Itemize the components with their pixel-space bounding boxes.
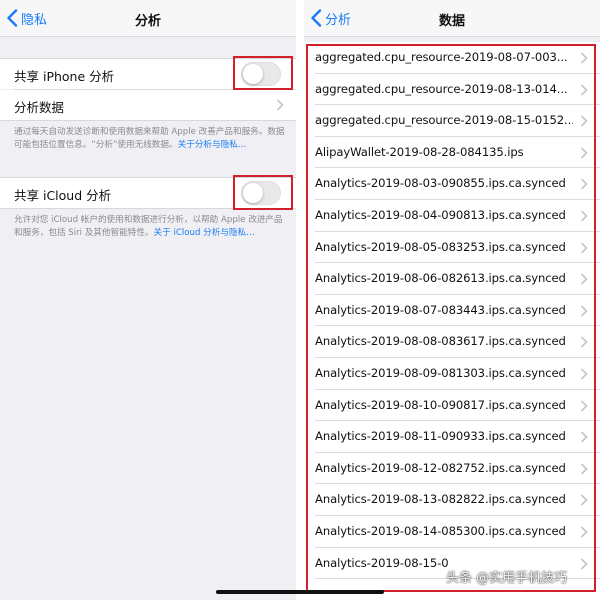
list-item[interactable]: Analytics-2019-08-08-083617.ips.ca.synce… (304, 326, 600, 358)
watermark: 头条 @实用手机技巧 (446, 571, 568, 586)
chevron-right-icon (580, 273, 588, 285)
file-name: Analytics-2019-08-06-082613.ips.ca.synce… (315, 271, 566, 286)
list-item[interactable]: Analytics-2019-08-14-085300.ips.ca.synce… (304, 516, 600, 548)
list-item[interactable]: Analytics-2019-08-05-083253.ips.ca.synce… (304, 232, 600, 264)
list-item[interactable]: Analytics-2019-08-06-082613.ips.ca.synce… (304, 263, 600, 295)
chevron-right-icon (580, 178, 588, 190)
list-item[interactable]: Analytics-2019-08-10-090817.ips.ca.synce… (304, 390, 600, 422)
group-bottom-border (0, 208, 296, 209)
home-indicator[interactable] (216, 590, 384, 594)
page-title: 数据 (438, 14, 465, 29)
chevron-right-icon (580, 526, 588, 538)
file-name: Analytics-2019-08-08-083617.ips.ca.synce… (315, 334, 566, 349)
toggle-knob (243, 183, 263, 203)
analytics-file-list: aggregated.cpu_resource-2019-08-07-003..… (304, 42, 600, 600)
list-item[interactable]: Analytics-2019-08-12-082752.ips.ca.synce… (304, 453, 600, 485)
list-item[interactable]: aggregated.cpu_resource-2019-08-13-014..… (304, 74, 600, 106)
chevron-right-icon (580, 84, 588, 96)
share-icloud-analytics-toggle[interactable] (241, 181, 281, 205)
page-title: 分析 (134, 14, 161, 29)
file-name: aggregated.cpu_resource-2019-08-15-0152.… (315, 113, 573, 128)
file-name: Analytics-2019-08-04-090813.ips.ca.synce… (315, 207, 566, 222)
file-name: Analytics-2019-08-11-090933.ips.ca.synce… (315, 429, 566, 444)
list-item[interactable]: Analytics-2019-08-04-090813.ips.ca.synce… (304, 200, 600, 232)
chevron-right-icon (580, 241, 588, 254)
chevron-right-icon (580, 557, 588, 570)
analytics-data-row[interactable]: 分析数据 (0, 90, 296, 120)
file-name: Analytics-2019-08-05-083253.ips.ca.synce… (315, 239, 566, 254)
about-icloud-analytics-privacy-link[interactable]: 关于 iCloud 分析与隐私… (154, 228, 255, 238)
file-name: AlipayWallet-2019-08-28-084135.ips (315, 144, 524, 159)
chevron-right-icon (580, 147, 588, 159)
chevron-right-icon (580, 52, 588, 64)
list-item[interactable]: AlipayWallet-2019-08-28-084135.ips (304, 137, 600, 169)
chevron-right-icon (580, 210, 588, 222)
chevron-right-icon (580, 115, 588, 127)
share-iphone-analytics-toggle[interactable] (241, 62, 281, 86)
group-bottom-border (0, 120, 296, 121)
analytics-data-label: 分析数据 (14, 100, 65, 115)
list-item[interactable]: aggregated.cpu_resource-2019-08-07-003..… (304, 42, 600, 74)
file-name: Analytics-2019-08-12-082752.ips.ca.synce… (315, 460, 566, 475)
list-item[interactable]: Analytics-2019-08-03-090855.ips.ca.synce… (304, 168, 600, 200)
file-name: aggregated.cpu_resource-2019-08-07-003..… (315, 50, 568, 64)
chevron-right-icon (580, 463, 588, 475)
iphone-analytics-footnote: 通过每天自动发送诊断和使用数据来帮助 Apple 改善产品和服务。数据可能包括位… (14, 126, 286, 151)
file-name: Analytics-2019-08-13-082822.ips.ca.synce… (315, 492, 566, 507)
list-item[interactable]: Analytics-2019-08-09-081303.ips.ca.synce… (304, 358, 600, 390)
share-iphone-analytics-row: 共享 iPhone 分析 (0, 59, 296, 89)
chevron-right-icon (580, 368, 588, 380)
file-name: Analytics-2019-08-03-090855.ips.ca.synce… (315, 176, 566, 191)
file-name: Analytics-2019-08-07-083443.ips.ca.synce… (315, 302, 566, 317)
panel-divider (296, 0, 304, 600)
file-name: aggregated.cpu_resource-2019-08-13-014..… (315, 81, 568, 96)
icloud-analytics-footnote: 允许对您 iCloud 帐户的使用和数据进行分析，以帮助 Apple 改进产品和… (14, 214, 286, 239)
chevron-right-icon (276, 99, 284, 111)
share-icloud-analytics-row: 共享 iCloud 分析 (0, 178, 296, 208)
share-iphone-analytics-label: 共享 iPhone 分析 (14, 69, 115, 84)
navigation-bar: 隐私 分析 (0, 0, 296, 37)
file-name: Analytics-2019-08-14-085300.ips.ca.synce… (315, 523, 566, 538)
list-item[interactable]: Analytics-2019-08-07-083443.ips.ca.synce… (304, 295, 600, 327)
chevron-right-icon (580, 399, 588, 412)
analytics-data-panel: 分析 数据 aggregated.cpu_resource-2019-08-07… (304, 0, 600, 600)
share-icloud-analytics-label: 共享 iCloud 分析 (14, 188, 112, 203)
list-item[interactable]: aggregated.cpu_resource-2019-08-15-0152.… (304, 105, 600, 137)
file-name: Analytics-2019-08-10-090817.ips.ca.synce… (315, 397, 566, 412)
chevron-right-icon (580, 494, 588, 506)
list-item[interactable]: Analytics-2019-08-11-090933.ips.ca.synce… (304, 421, 600, 453)
chevron-right-icon (580, 305, 588, 317)
about-analytics-privacy-link[interactable]: 关于分析与隐私… (178, 140, 247, 150)
list-item[interactable]: Analytics-2019-08-13-082822.ips.ca.synce… (304, 484, 600, 516)
chevron-right-icon (580, 336, 588, 348)
navigation-bar: 分析 数据 (304, 0, 600, 37)
toggle-knob (243, 64, 263, 84)
file-name: Analytics-2019-08-09-081303.ips.ca.synce… (315, 365, 566, 380)
chevron-right-icon (580, 431, 588, 443)
analytics-settings-panel: 隐私 分析 共享 iPhone 分析 分析数据 通过每天自动发送诊断和使用数据来… (0, 0, 296, 600)
